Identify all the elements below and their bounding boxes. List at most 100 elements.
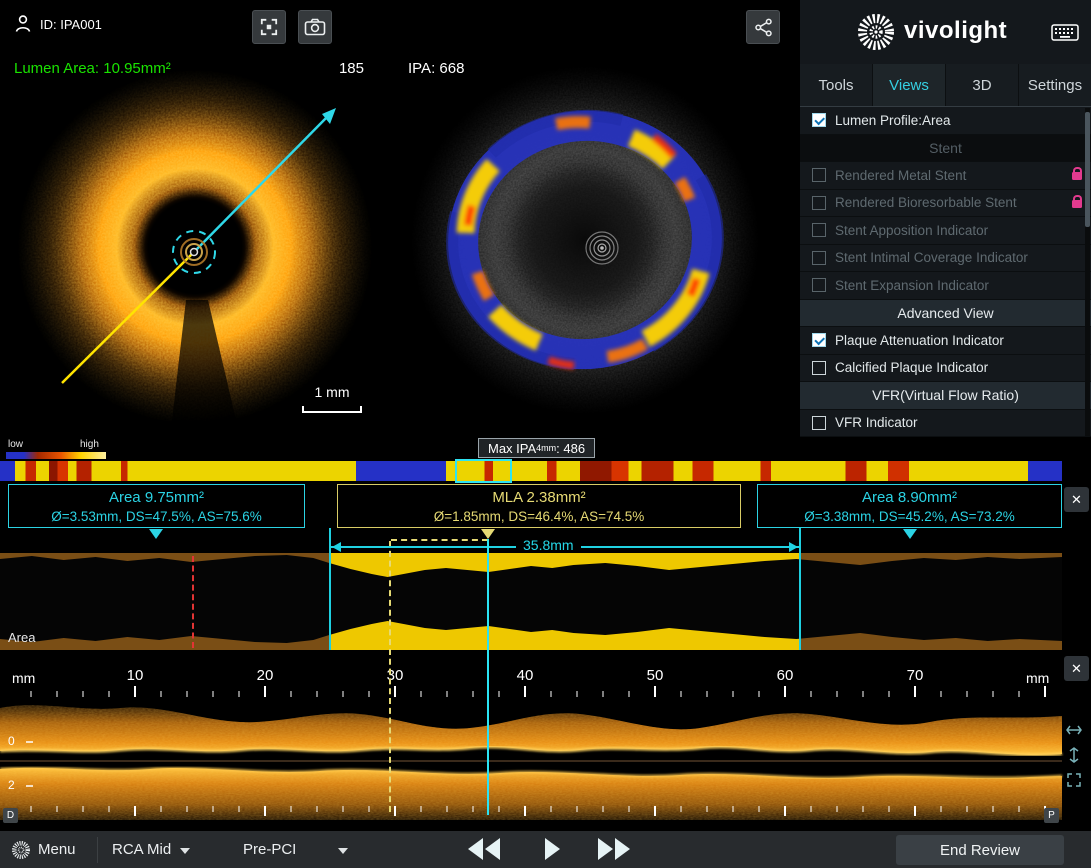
expand-icon[interactable] [1066,772,1082,788]
svg-text:40: 40 [517,667,534,684]
checkbox-plaque-attenuation-indicator[interactable] [812,333,826,347]
toolbar-divider [97,837,98,863]
pan-horizontal-icon[interactable] [1066,722,1082,738]
views-item-label: Stent Apposition Indicator [835,223,988,238]
views-item-label: VFR Indicator [835,415,918,430]
views-item-lumen-profile-area[interactable]: Lumen Profile:Area [800,107,1091,135]
patient-id-label: ID: IPA001 [40,17,102,32]
distance-arrowhead-right [789,542,798,552]
lock-icon [1072,200,1082,208]
patient-icon [14,14,32,34]
views-item-label: Stent Intimal Coverage Indicator [835,250,1028,265]
views-item-label: Stent Expansion Indicator [835,278,989,293]
vivolight-logo-icon [854,10,898,54]
views-item-label: Lumen Profile:Area [835,113,951,128]
mla-detail: Ø=1.85mm, DS=46.4%, AS=74.5% [434,508,645,525]
tab-tools[interactable]: Tools [800,64,873,106]
lmode-tools [1066,722,1082,788]
fast-forward-icon [615,838,630,860]
ruler-unit-right: mm [1026,670,1049,686]
legend-high-label: high [80,439,99,450]
checkbox-lumen-profile-area[interactable] [812,113,826,127]
distance-end-left [329,540,331,554]
ipa-strip-row: low high Max IPA4mm: 486 [0,437,1091,483]
tab-3d[interactable]: 3D [946,64,1019,106]
brand-row: vivolight [800,0,1091,64]
checkbox-rendered-bioresorbable-stent [812,196,826,210]
svg-text:70: 70 [907,667,924,684]
lumen-area-profile-chart[interactable]: Area [0,553,1091,650]
scale-label: 1 mm [302,384,362,400]
views-item-vfr-indicator[interactable]: VFR Indicator [800,410,1091,438]
side-panel: vivolight ToolsViews3DSettings Lumen Pro… [800,0,1091,437]
close-lmode-button[interactable]: ✕ [1064,656,1089,681]
max-ipa-readout: Max IPA4mm: 486 [478,438,595,458]
tab-views[interactable]: Views [873,64,946,106]
proximal-area-detail: Ø=3.53mm, DS=47.5%, AS=75.6% [51,508,262,525]
share-button[interactable] [746,10,780,44]
menu-button[interactable]: Menu [38,841,76,858]
play-icon [545,838,560,860]
share-icon [754,18,773,37]
snapshot-button[interactable] [298,10,332,44]
chevron-down-icon[interactable] [180,848,190,854]
distal-area-detail: Ø=3.38mm, DS=45.2%, AS=73.2% [804,508,1015,525]
proximal-marker-triangle [149,529,163,539]
checkbox-stent-intimal-coverage-indicator [812,251,826,265]
section-stent: Stent [800,135,1091,163]
side-panel-scrollbar[interactable] [1085,108,1090,436]
play-button[interactable] [545,838,560,860]
distance-arrowhead-left [332,542,341,552]
checkbox-vfr-indicator[interactable] [812,416,826,430]
ipa-readout: IPA: 668 [408,60,464,77]
camera-icon [304,18,326,36]
mla-connector-line [391,539,488,541]
checkbox-calcified-plaque-indicator[interactable] [812,361,826,375]
ipa-window-highlight[interactable] [455,459,512,483]
menu-icon[interactable] [10,839,32,861]
distance-label: 35.8mm [516,537,581,553]
close-measurements-button[interactable]: ✕ [1064,487,1089,512]
close-icon: ✕ [1071,492,1082,508]
vessel-select[interactable]: RCA Mid [112,841,171,858]
views-item-calcified-plaque-indicator[interactable]: Calcified Plaque Indicator [800,355,1091,383]
close-icon: ✕ [1071,661,1082,677]
lmode-longitudinal-view[interactable]: 10203040506070 mm mm 0 2 D P [0,650,1091,830]
rewind-button[interactable] [468,838,500,860]
frame-number: 185 [339,60,364,77]
views-item-label: Calcified Plaque Indicator [835,360,988,375]
chevron-down-icon[interactable] [338,848,348,854]
bottom-toolbar: Menu RCA Mid Pre-PCI End Review [0,830,1091,868]
keyboard-icon[interactable] [1051,24,1079,41]
ipa-pullback-colorbar[interactable] [0,461,1062,481]
oct-ipa-panel[interactable]: IPA: 668 [390,0,800,437]
legend-low-label: low [8,439,23,450]
views-item-plaque-attenuation-indicator[interactable]: Plaque Attenuation Indicator [800,327,1091,355]
proximal-reference-box[interactable]: Area 9.75mm² Ø=3.53mm, DS=47.5%, AS=75.6… [8,484,305,528]
vivolight-oct-review-app: ID: IPA001 Lumen Area: 10.95mm² 185 1 mm [0,0,1091,868]
max-ipa-subscript: 4mm [536,443,556,453]
brand-name: vivolight [904,17,1007,45]
depth-axis-0: 0 [8,734,15,748]
distal-reference-box[interactable]: Area 8.90mm² Ø=3.38mm, DS=45.2%, AS=73.2… [757,484,1062,528]
max-ipa-label: Max IPA [488,441,536,456]
lumen-area-readout: Lumen Area: 10.95mm² [14,60,171,77]
scrollbar-thumb[interactable] [1085,112,1090,227]
views-item-label: Plaque Attenuation Indicator [835,333,1004,348]
end-review-button[interactable]: End Review [896,835,1064,865]
svg-text:20: 20 [257,667,274,684]
views-item-label: Rendered Metal Stent [835,168,966,183]
distance-end-right [799,540,801,554]
oct-cross-section-panel[interactable]: ID: IPA001 Lumen Area: 10.95mm² 185 1 mm [0,0,390,437]
checkbox-rendered-metal-stent [812,168,826,182]
fast-forward-button[interactable] [598,838,630,860]
fullscreen-button[interactable] [252,10,286,44]
fullscreen-icon [260,18,278,36]
mla-box[interactable]: MLA 2.38mm² Ø=1.85mm, DS=46.4%, AS=74.5% [337,484,741,528]
tab-settings[interactable]: Settings [1019,64,1091,106]
svg-text:10: 10 [127,667,144,684]
pan-vertical-icon[interactable] [1066,747,1082,763]
views-item-stent-intimal-coverage-indicator: Stent Intimal Coverage Indicator [800,245,1091,273]
ruler-unit-left: mm [12,670,35,686]
phase-select[interactable]: Pre-PCI [243,841,296,858]
